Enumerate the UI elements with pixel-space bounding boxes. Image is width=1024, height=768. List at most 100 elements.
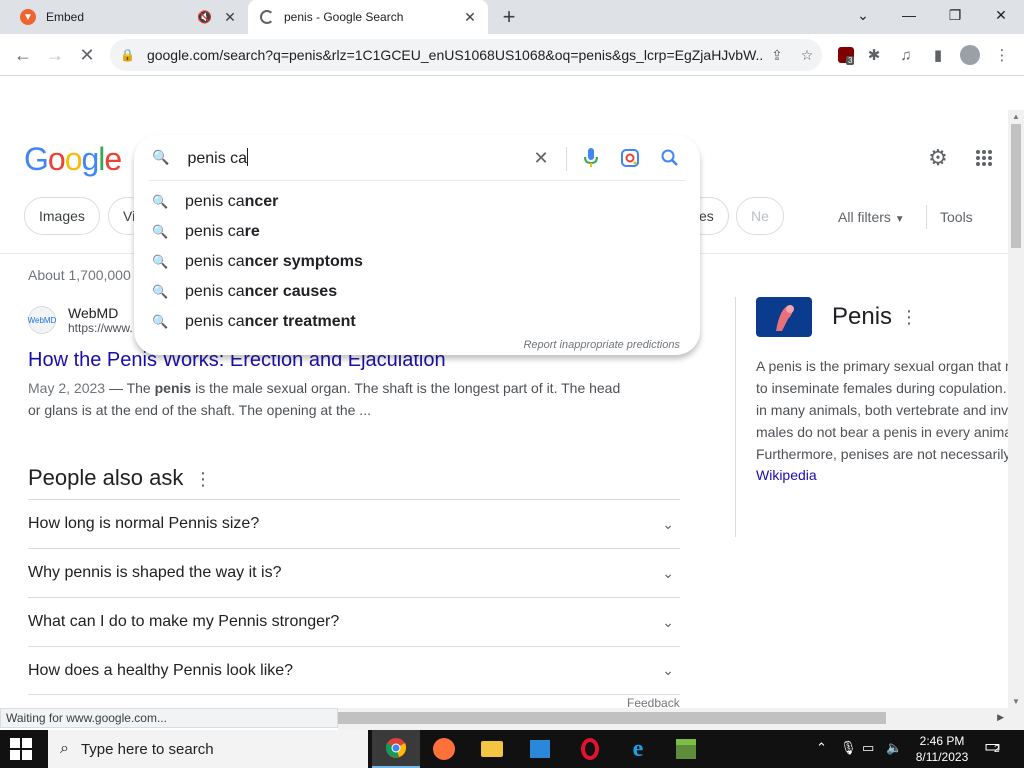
search-submit-icon[interactable] xyxy=(657,145,683,171)
paa-question[interactable]: How long is normal Pennis size? ⌄ xyxy=(28,499,680,548)
suggestion-item[interactable]: 🔍 penis ca ncer xyxy=(148,187,686,217)
chrome-menu-icon[interactable]: ⋮ xyxy=(990,44,1014,66)
dropdown-arrow-icon: ▼ xyxy=(894,214,905,225)
tab-google-search[interactable]: penis - Google Search ✕ xyxy=(248,0,488,34)
chevron-down-icon: ⌄ xyxy=(662,662,674,678)
restore-button[interactable]: ❐ xyxy=(932,0,978,30)
chip-images[interactable]: Images xyxy=(24,197,100,235)
google-lens-camera-icon[interactable] xyxy=(617,145,643,171)
file-explorer-taskbar-icon[interactable] xyxy=(468,730,516,768)
wikipedia-link[interactable]: Wikipedia xyxy=(756,467,817,483)
windows-start-icon[interactable] xyxy=(10,738,32,760)
chip-news[interactable]: Ne xyxy=(736,197,784,235)
search-input[interactable]: 🔍 penis ca xyxy=(148,135,686,181)
scrollbar-thumb[interactable] xyxy=(338,712,886,724)
knowledge-panel-image[interactable] xyxy=(756,297,812,337)
side-panel-icon[interactable]: ▮ xyxy=(926,44,950,66)
chevron-down-icon: ⌄ xyxy=(662,613,674,630)
result-source[interactable]: WebMD WebMD https://www. xyxy=(28,305,133,335)
vertical-scrollbar[interactable]: ▲ ▼ xyxy=(1008,110,1024,708)
scrollbar-thumb[interactable] xyxy=(1011,124,1021,248)
google-logo[interactable]: Google xyxy=(24,141,122,178)
bookmark-star-icon[interactable]: ☆ xyxy=(792,47,822,64)
chevron-down-icon: ⌄ xyxy=(662,564,674,581)
google-results-page: Google ⚙ Images Vi es Ne All filters ▼ T… xyxy=(0,77,1008,708)
horizontal-scrollbar[interactable]: ▶ xyxy=(338,708,1024,730)
tools-button[interactable]: Tools xyxy=(940,209,973,225)
voice-search-mic-icon[interactable] xyxy=(578,145,604,171)
suggestion-completion: re xyxy=(244,223,260,240)
result-stats: About 1,700,000 xyxy=(28,267,131,283)
close-tab-icon[interactable]: ✕ xyxy=(458,5,482,29)
paa-question[interactable]: What can I do to make my Pennis stronger… xyxy=(28,597,680,646)
all-filters-label: All filters xyxy=(838,209,891,225)
paa-question[interactable]: How does a healthy Pennis look like? ⌄ xyxy=(28,646,680,695)
share-icon[interactable]: ⇪ xyxy=(762,47,792,64)
snippet-text: is the male sexual organ. The shaft is t… xyxy=(191,380,621,396)
report-predictions-link[interactable]: Report inappropriate predictions xyxy=(523,339,680,351)
media-controls-icon[interactable]: ♫ xyxy=(894,44,918,66)
snippet-text: — The xyxy=(105,380,155,396)
snippet-text: or glans is at the end of the shaft. The… xyxy=(28,402,371,418)
taskbar-clock[interactable]: 2:46 PM 8/11/2023 xyxy=(912,733,972,765)
search-query-text: penis ca xyxy=(187,149,248,167)
chrome-taskbar-icon[interactable] xyxy=(372,730,420,768)
lock-icon[interactable]: 🔒 xyxy=(120,48,135,62)
scroll-up-arrow-icon[interactable]: ▲ xyxy=(1012,112,1020,121)
chevron-down-icon: ⌄ xyxy=(662,515,674,532)
tab-embed[interactable]: ▼ Embed 🔇 ✕ xyxy=(8,0,248,34)
paa-question[interactable]: Why pennis is shaped the way it is? ⌄ xyxy=(28,548,680,597)
site-name: WebMD xyxy=(68,305,119,321)
minimize-button[interactable]: — xyxy=(886,0,932,30)
stop-loading-button[interactable]: ✕ xyxy=(72,40,102,70)
knowledge-panel-description: A penis is the primary sexual organ that… xyxy=(756,355,1008,465)
divider xyxy=(735,297,736,537)
close-window-button[interactable]: ✕ xyxy=(978,0,1024,30)
suggestion-item[interactable]: 🔍 penis ca re xyxy=(148,217,686,247)
microsoft-store-taskbar-icon[interactable] xyxy=(516,730,564,768)
feedback-link[interactable]: Feedback xyxy=(627,696,680,708)
tab-title: penis - Google Search xyxy=(284,10,404,24)
microphone-tray-icon[interactable]: 🎙 xyxy=(840,740,857,756)
clear-search-icon[interactable]: ✕ xyxy=(528,145,554,171)
notifications-icon[interactable]: ▭ 2 xyxy=(984,736,1001,757)
extensions-puzzle-icon[interactable]: ✱ xyxy=(862,44,886,66)
more-options-icon[interactable]: ⋮ xyxy=(900,307,918,328)
profile-avatar-icon[interactable] xyxy=(958,44,982,66)
google-apps-icon[interactable] xyxy=(971,145,997,171)
muted-speaker-icon[interactable]: 🔇 xyxy=(197,10,212,24)
network-tray-icon[interactable]: ▭ xyxy=(862,740,874,756)
suggestion-item[interactable]: 🔍 penis ca ncer treatment xyxy=(148,307,686,337)
tab-strip: ▼ Embed 🔇 ✕ penis - Google Search ✕ + ⌄ … xyxy=(0,0,1024,34)
ublock-extension-icon[interactable]: 3 xyxy=(834,44,858,66)
firefox-taskbar-icon[interactable] xyxy=(420,730,468,768)
new-tab-button[interactable]: + xyxy=(496,4,522,30)
address-bar[interactable]: 🔒 google.com/search?q=penis&rlz=1C1GCEU_… xyxy=(110,39,822,71)
suggestion-prefix: penis ca xyxy=(185,223,245,240)
scroll-right-arrow-icon[interactable]: ▶ xyxy=(997,712,1004,723)
tab-title: Embed xyxy=(46,10,85,24)
back-button[interactable]: ← xyxy=(8,40,38,70)
all-filters-button[interactable]: All filters ▼ xyxy=(838,209,905,225)
suggestion-item[interactable]: 🔍 penis ca ncer symptoms xyxy=(148,247,686,277)
people-also-ask-list: How long is normal Pennis size? ⌄ Why pen… xyxy=(28,499,680,695)
forward-button[interactable]: → xyxy=(40,40,70,70)
suggestion-completion: ncer causes xyxy=(244,283,338,300)
suggestion-item[interactable]: 🔍 penis ca ncer causes xyxy=(148,277,686,307)
notification-count: 2 xyxy=(994,744,1000,755)
opera-taskbar-icon[interactable] xyxy=(566,730,614,768)
internet-explorer-taskbar-icon[interactable]: e xyxy=(614,730,662,768)
tab-search-chevron-icon[interactable]: ⌄ xyxy=(840,0,886,30)
clock-date: 8/11/2023 xyxy=(915,750,969,764)
show-hidden-icons-chevron-icon[interactable]: ⌃ xyxy=(816,740,827,756)
scroll-down-arrow-icon[interactable]: ▼ xyxy=(1012,697,1020,706)
people-also-ask-heading: People also ask xyxy=(28,465,184,490)
url-text[interactable]: google.com/search?q=penis&rlz=1C1GCEU_en… xyxy=(147,47,762,63)
volume-tray-icon[interactable]: 🔈 xyxy=(886,740,902,756)
settings-gear-icon[interactable]: ⚙ xyxy=(925,145,951,171)
minecraft-taskbar-icon[interactable] xyxy=(662,730,710,768)
more-options-icon[interactable]: ⋮ xyxy=(194,469,212,490)
taskbar-search-box[interactable]: ⌕ Type here to search xyxy=(48,730,368,768)
close-tab-icon[interactable]: ✕ xyxy=(218,5,242,29)
search-icon: 🔍 xyxy=(152,254,169,269)
